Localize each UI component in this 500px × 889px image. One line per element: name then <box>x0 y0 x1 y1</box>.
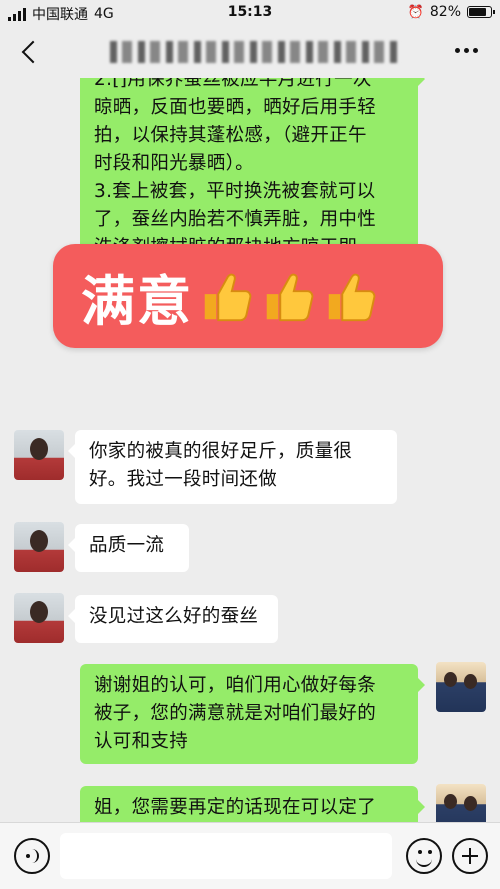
nav-bar <box>0 26 500 78</box>
alarm-icon: ⏰ <box>407 4 424 20</box>
message-bubble[interactable]: 谢谢姐的认可，咱们用心做好每条 被子，您的满意就是对咱们最好的 认可和支持 <box>80 664 425 764</box>
back-button[interactable] <box>18 38 46 66</box>
voice-icon[interactable] <box>14 838 50 874</box>
battery-fill <box>469 8 487 16</box>
more-button[interactable] <box>455 48 478 53</box>
plus-icon[interactable] <box>452 838 488 874</box>
banner-text: 满意 <box>81 269 193 333</box>
battery-percent: 82% <box>429 4 461 20</box>
emoji-icon[interactable] <box>406 838 442 874</box>
battery-icon <box>467 6 495 18</box>
thumbs-up-icon <box>259 266 317 326</box>
message-bubble[interactable]: 姐，您需要再定的话现在可以定了 <box>80 786 425 822</box>
message-bubble[interactable]: 没见过这么好的蚕丝 <box>68 595 278 643</box>
status-right: ⏰ 82% <box>407 4 495 20</box>
chat-title-redacted <box>110 41 400 63</box>
thumbs-up-icon <box>321 266 379 326</box>
satisfied-banner: 满意 <box>53 244 443 348</box>
customer-avatar[interactable] <box>14 593 64 643</box>
message-bubble[interactable]: 你家的被真的很好足斤，质量很 好。我过一段时间还做 <box>68 430 397 504</box>
customer-avatar[interactable] <box>14 430 64 480</box>
seller-avatar[interactable] <box>436 784 486 822</box>
message-bubble[interactable]: 品质一流 <box>68 524 189 572</box>
seller-avatar[interactable] <box>436 662 486 712</box>
status-bar: 中国联通 4G 15:13 ⏰ 82% <box>0 0 500 26</box>
chat-area[interactable]: 2.[]用保养蚕丝被应半月进行一次 晾晒，反面也要晒，晒好后用手轻 拍，以保持其… <box>0 78 500 822</box>
thumbs-group <box>197 266 379 326</box>
thumbs-up-icon <box>197 266 255 326</box>
message-input[interactable] <box>60 833 392 879</box>
customer-avatar[interactable] <box>14 522 64 572</box>
input-bar <box>0 822 500 889</box>
